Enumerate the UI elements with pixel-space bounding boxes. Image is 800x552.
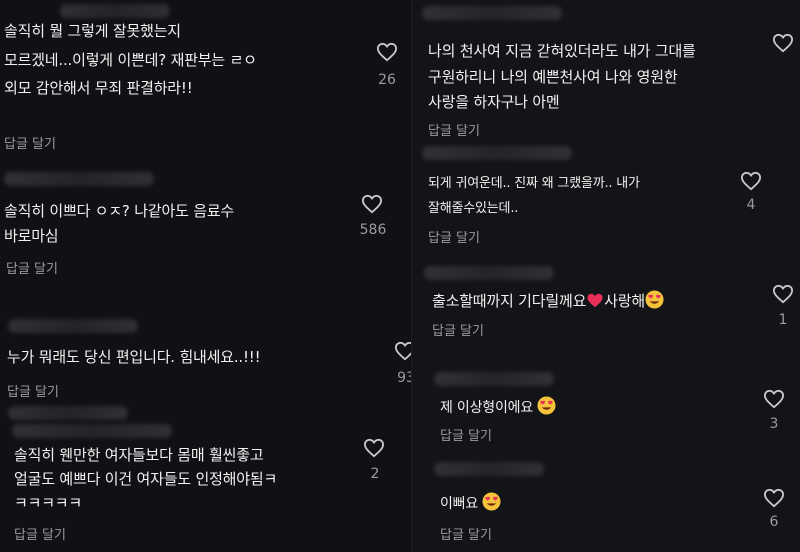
like-heart-icon[interactable]: [361, 194, 383, 214]
like-heart-icon[interactable]: [763, 488, 785, 508]
heart-eyes-emoji-icon: [482, 492, 501, 519]
like-count: 3: [769, 416, 779, 432]
reply-button[interactable]: 답글 달기: [7, 381, 59, 400]
reply-button[interactable]: 답글 달기: [440, 524, 492, 543]
blurred-username: [8, 319, 138, 333]
reply-button[interactable]: 답글 달기: [440, 425, 492, 444]
comment-text-line: 이뻐요: [440, 492, 501, 519]
comment-text-line: 바로마심: [4, 227, 59, 245]
like-heart-icon[interactable]: [763, 389, 785, 409]
like-heart-icon[interactable]: [772, 33, 794, 53]
comment-text-line: 외모 감안해서 무죄 판결하라!!: [4, 79, 193, 97]
red-heart-emoji-icon: [586, 292, 604, 316]
comment-text-line: 솔직히 이쁘다 ㅇㅈ? 나같아도 음료수: [4, 202, 235, 220]
like-count: 1: [778, 312, 788, 328]
like-heart-icon[interactable]: [740, 171, 762, 191]
comment-text-line: 사랑을 하자구나 아멘: [428, 93, 560, 111]
comment-text-line: ㅋㅋㅋㅋㅋ: [14, 494, 83, 512]
blurred-username: [4, 172, 154, 186]
like-count: 26: [378, 72, 396, 88]
blurred-username: [8, 406, 128, 420]
blurred-username: [434, 462, 544, 476]
blurred-username: [422, 6, 562, 20]
comment-text-line: 솔직히 웬만한 여자들보다 몸매 훨씬좋고: [14, 446, 264, 464]
right-comment-column: 나의 천사여 지금 갇혀있더라도 내가 그대를 구원하리니 나의 예쁜천사여 나…: [412, 0, 800, 552]
reply-button[interactable]: 답글 달기: [4, 133, 56, 152]
comment-text-line: 얼굴도 예쁘다 이건 여자들도 인정해야됨ㅋ: [14, 470, 278, 488]
reply-button[interactable]: 답글 달기: [14, 524, 66, 543]
comment-text-line: 출소할때까지 기다릴께요 사랑해: [432, 290, 664, 316]
blurred-username: [434, 372, 554, 386]
blurred-username: [60, 4, 170, 18]
comment-text-line: 구원하리니 나의 예쁜천사여 나와 영원한: [428, 68, 678, 86]
reply-button[interactable]: 답글 달기: [432, 320, 484, 339]
left-comment-column: 솔직히 뭘 그렇게 잘못했는지 모르겠네...이렇게 이쁜데? 재판부는 ㄹㅇ …: [0, 0, 416, 552]
comment-text-part: 제 이상형이에요: [440, 400, 534, 416]
blurred-username: [422, 146, 572, 160]
comment-text-line: 모르겠네...이렇게 이쁜데? 재판부는 ㄹㅇ: [4, 51, 257, 69]
blurred-username: [424, 266, 554, 280]
reply-button[interactable]: 답글 달기: [428, 227, 480, 246]
like-count: 2: [370, 466, 380, 482]
like-count: 4: [746, 197, 756, 213]
blurred-username: [12, 424, 172, 438]
heart-eyes-emoji-icon: [645, 290, 664, 316]
comment-text-line: 제 이상형이에요: [440, 396, 556, 423]
reply-button[interactable]: 답글 달기: [6, 258, 58, 277]
like-count: 6: [769, 514, 779, 530]
comment-text-line: 솔직히 뭘 그렇게 잘못했는지: [4, 22, 181, 40]
reply-button[interactable]: 답글 달기: [428, 120, 480, 139]
like-count: 586: [359, 222, 387, 238]
comment-text-part: 이뻐요: [440, 496, 479, 512]
comment-text-line: 되게 귀여운데.. 진짜 왜 그랬을까.. 내가: [428, 176, 640, 191]
comment-text-part: 사랑해: [604, 292, 645, 310]
like-heart-icon[interactable]: [376, 42, 398, 62]
like-heart-icon[interactable]: [772, 284, 794, 304]
comment-text-line: 나의 천사여 지금 갇혀있더라도 내가 그대를: [428, 42, 696, 60]
comment-text-line: 누가 뭐래도 당신 편입니다. 힘내세요..!!!: [7, 348, 261, 366]
comment-text-line: 잘해줄수있는데..: [428, 201, 519, 216]
heart-eyes-emoji-icon: [537, 396, 556, 423]
comment-text-part: 출소할때까지 기다릴께요: [432, 292, 587, 310]
like-heart-icon[interactable]: [363, 438, 385, 458]
